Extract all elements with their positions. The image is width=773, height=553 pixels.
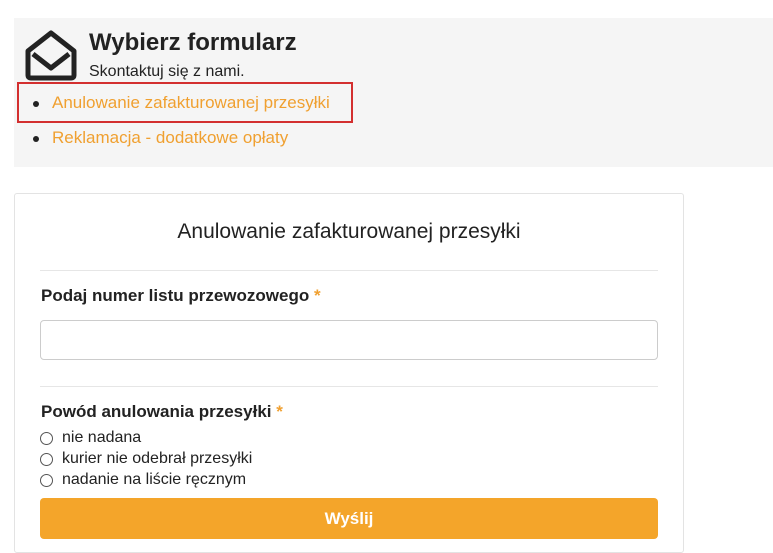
radio-label: nadanie na liście ręcznym <box>62 471 247 488</box>
envelope-open-icon <box>25 30 77 81</box>
bullet <box>33 136 39 142</box>
radio-button[interactable] <box>40 474 53 487</box>
page-title: Wybierz formularz <box>89 29 297 56</box>
reason-label: Powód anulowania przesyłki * <box>41 402 283 422</box>
waybill-label-text: Podaj numer listu przewozowego <box>41 286 310 305</box>
radio-label: kurier nie odebrał przesyłki <box>62 450 253 467</box>
required-mark: * <box>276 402 283 421</box>
page-subtitle: Skontaktuj się z nami. <box>89 63 245 80</box>
form-title: Anulowanie zafakturowanej przesyłki <box>177 220 521 243</box>
radio-label: nie nadana <box>62 429 142 446</box>
divider <box>40 270 658 271</box>
reason-label-text: Powód anulowania przesyłki <box>41 402 272 421</box>
divider <box>40 386 658 387</box>
radio-button[interactable] <box>40 453 53 466</box>
submit-button[interactable]: Wyślij <box>40 498 658 539</box>
waybill-label: Podaj numer listu przewozowego * <box>41 286 321 306</box>
bullet <box>33 101 39 107</box>
form-link-reklamacja[interactable]: Reklamacja - dodatkowe opłaty <box>52 128 288 148</box>
waybill-number-input[interactable] <box>40 320 658 360</box>
required-mark: * <box>313 286 321 305</box>
radio-button[interactable] <box>40 432 53 445</box>
form-link-anulowanie[interactable]: Anulowanie zafakturowanej przesyłki <box>52 93 330 113</box>
